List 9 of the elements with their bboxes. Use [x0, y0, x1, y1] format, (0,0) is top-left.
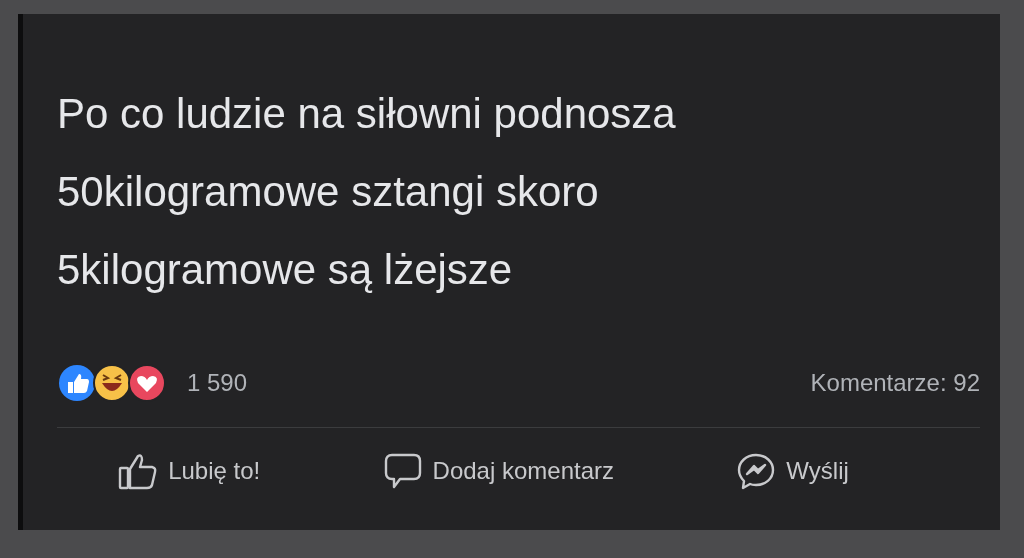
comments-count[interactable]: Komentarze: 92 [810, 369, 980, 397]
send-button[interactable]: Wyślij [732, 446, 853, 496]
speech-bubble-icon [382, 452, 423, 490]
post-text: Po co ludzie na siłowni podnosza 50kilogramowe sztangi skoro 5kilogramowe są lżejsze [57, 89, 677, 295]
reactions-count: 1 590 [187, 369, 248, 397]
like-button[interactable]: Lubię to! [114, 446, 265, 496]
comment-button[interactable]: Dodaj komentarz [378, 446, 618, 496]
messenger-icon [736, 452, 777, 490]
thumbs-up-icon [118, 452, 159, 490]
